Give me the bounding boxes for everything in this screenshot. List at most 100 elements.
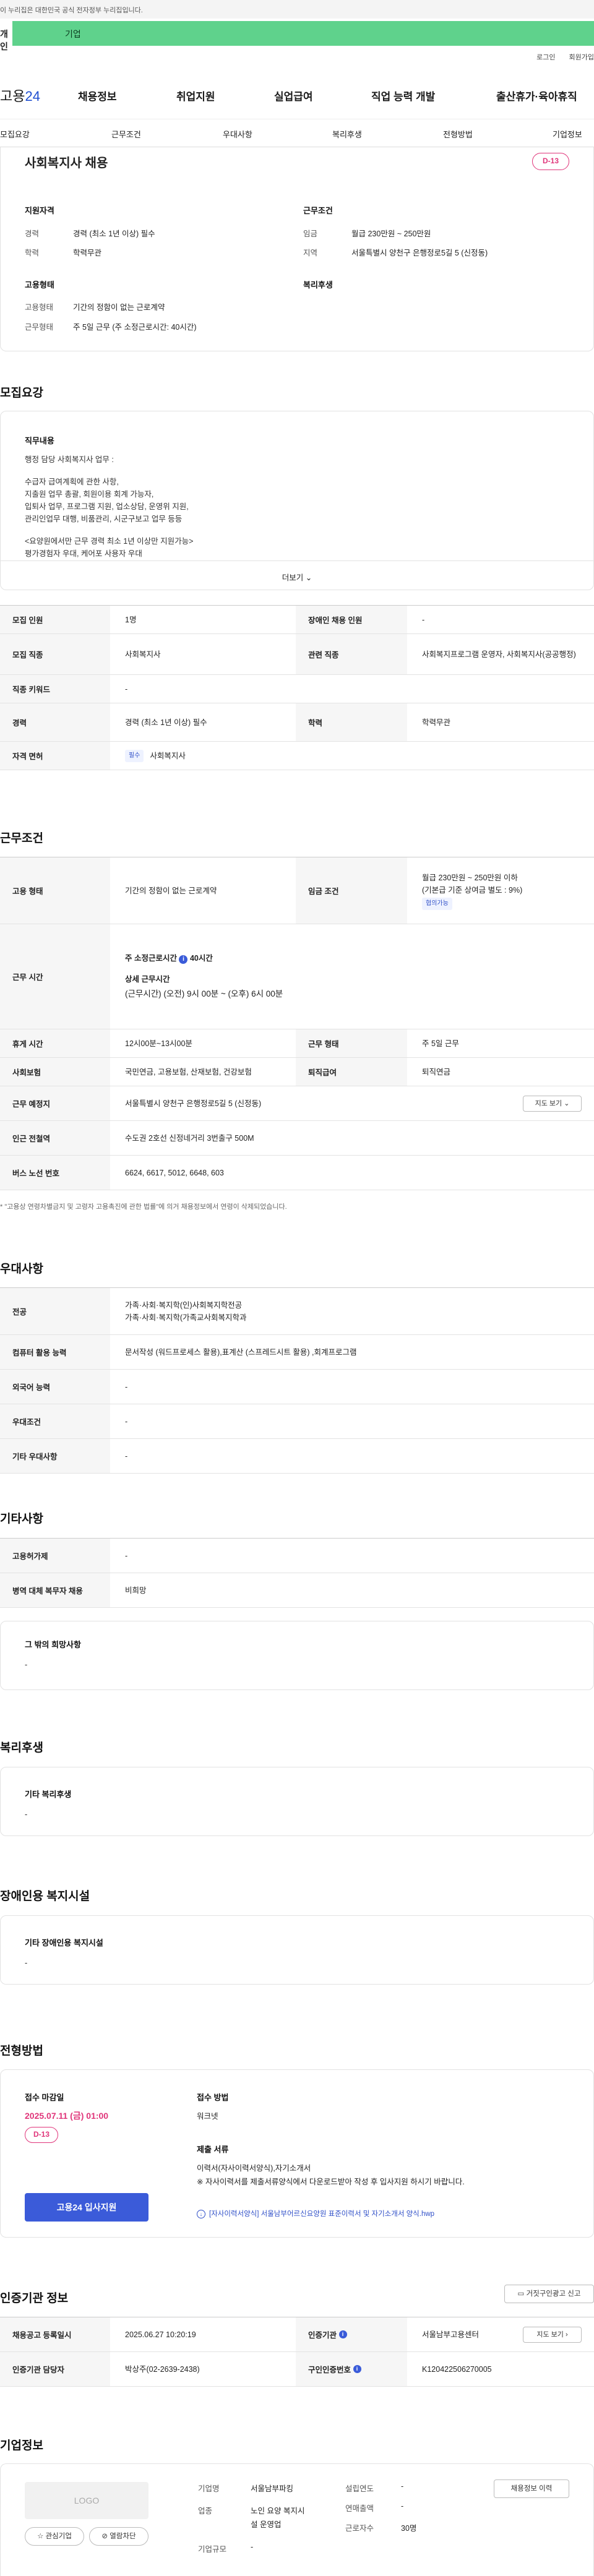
th-lang: 외국어 능력 [0, 1370, 110, 1404]
th-bus: 버스 노선 번호 [0, 1156, 110, 1190]
more-button[interactable]: 더보기 ⌄ [0, 560, 594, 590]
other-table: 고용허가제 - 병역 대체 복무자 채용 비희망 [0, 1538, 594, 1608]
td-cert-no: K120422506270005 [422, 2364, 492, 2374]
td-permit: - [125, 1551, 128, 1560]
conditions-section-title: 근무조건 [0, 832, 43, 845]
preference-section-title: 우대사항 [0, 1263, 43, 1276]
td-lang: - [125, 1382, 128, 1391]
summary-career-label: 경력 [25, 230, 40, 238]
cert-no-label: 구인인증번호 [308, 2366, 351, 2374]
hope-title: 그 밖의 희망사항 [25, 1640, 81, 1649]
deadline-title: 접수 마감일 [25, 2093, 64, 2102]
td-wage: 월급 230만원 ~ 250만원 이하 (기본급 기준 상여금 별도 : 9%)… [407, 857, 594, 924]
map-button[interactable]: 지도 보기 ⌄ [523, 1096, 582, 1112]
table-row: 인증기관 담당자 박상주(02-2639-2438) 구인인증번호 i K120… [0, 2352, 594, 2387]
subnav-company[interactable]: 기업정보 [553, 128, 582, 140]
chevron-down-icon: ⌄ [305, 573, 312, 582]
td-keyword: - [125, 684, 128, 693]
gnb-job-info[interactable]: 채용정보 [78, 88, 117, 103]
subnav-recruit[interactable]: 모집요강 [0, 128, 30, 140]
report-button-label: 거짓구인광고 신고 [526, 2290, 581, 2298]
td-agency: 서울남부고용센터 [422, 2330, 480, 2339]
gnb-skill-development[interactable]: 직업 능력 개발 [371, 88, 435, 103]
summary-wage-label: 임금 [303, 230, 318, 238]
block-icon: ⊘ [101, 2533, 108, 2540]
table-row: 사회보험 국민연금, 고용보험, 산재보험, 건강보험 퇴직급여 퇴직연금 [0, 1058, 594, 1086]
td-bus: 6624, 6617, 5012, 6648, 603 [125, 1168, 224, 1177]
gnb-parental-leave[interactable]: 출산휴가·육아휴직 [496, 88, 577, 103]
recruit-table: 모집 인원 1명 장애인 채용 인원 - 모집 직종 사회복지사 관련 직종 사… [0, 605, 594, 784]
section-subnav [0, 119, 594, 147]
table-row: 근무 시간 주 소정근로시간 i 40시간 상세 근무시간 (근무시간) (오전… [0, 924, 594, 1029]
gov-notice-bar: 이 누리집은 대한민국 공식 전자정부 누리집입니다. [0, 0, 594, 19]
company-size-label: 기업규모 [198, 2545, 227, 2554]
hours-detail-value: (근무시간) (오전) 9시 00분 ~ (오후) 6시 00분 [125, 989, 283, 998]
th-computer: 컴퓨터 활용 능력 [0, 1335, 110, 1369]
table-row: 휴게 시간 12시00분~13시00분 근무 형태 주 5일 근무 [0, 1029, 594, 1058]
site-logo[interactable]: 고용24 [0, 85, 40, 105]
tab-personal[interactable]: 개인 [0, 21, 12, 51]
gnb-employment-support[interactable]: 취업지원 [176, 88, 215, 103]
summary-employ-value: 기간의 정함이 없는 근로계약 [73, 303, 165, 312]
th-wage: 임금 조건 [296, 857, 407, 924]
table-row: 기타 우대사항 - [0, 1439, 594, 1474]
agency-map-button[interactable]: 지도 보기 › [523, 2327, 582, 2343]
license-value: 사회복지사 [150, 751, 186, 760]
th-pension: 퇴직급여 [296, 1058, 407, 1086]
td-reg: 2025.06.27 10:20:19 [125, 2330, 196, 2339]
info-icon[interactable]: i [353, 2365, 361, 2373]
th-military: 병역 대체 복무자 채용 [0, 1573, 110, 1607]
td-career: 경력 (최소 1년 이상) 필수 [125, 718, 207, 727]
company-emp-label: 근로자수 [345, 2524, 374, 2533]
download-icon: ↓ [197, 2210, 205, 2218]
history-button[interactable]: 채용정보 이력 [494, 2479, 569, 2498]
table-row: 고용허가제 - [0, 1539, 594, 1573]
login-link[interactable]: 로그인 [536, 54, 555, 61]
negotiable-tag: 협의가능 [422, 897, 452, 910]
gnb-unemployment-benefit[interactable]: 실업급여 [274, 88, 313, 103]
subnav-welfare[interactable]: 복리후생 [332, 128, 362, 140]
td-employ: 기간의 정함이 없는 근로계약 [125, 886, 217, 895]
major-value: 가족·사회·복지학(가족교사회복지학과 [125, 1313, 247, 1322]
tab-company[interactable]: 기업 [12, 21, 594, 46]
table-row: 모집 직종 사회복지사 관련 직종 사회복지프로그램 운영자, 사회복지사(공공… [0, 634, 594, 675]
table-row: 모집 인원 1명 장애인 채용 인원 - [0, 606, 594, 634]
favorite-label: 관심기업 [45, 2533, 72, 2540]
selection-section-title: 전형방법 [0, 2045, 43, 2058]
hope-card [0, 1621, 594, 1690]
td-type: 주 5일 근무 [422, 1039, 459, 1048]
job-desc-line: 수급자 급여계획에 관한 사항, [25, 478, 119, 486]
th-job: 모집 직종 [0, 634, 110, 674]
preference-table: 전공 가족·사회·복지학(인)사회복지학전공 가족·사회·복지학(가족교사회복지… [0, 1287, 594, 1474]
info-icon[interactable]: i [179, 955, 188, 964]
summary-edu-label: 학력 [25, 249, 40, 257]
welfare-etc-title: 기타 복리후생 [25, 1790, 72, 1799]
subnav-conditions[interactable]: 근무조건 [111, 128, 141, 140]
td-computer: 문서작성 (워드프로세스 활용),표계산 (스프레드시트 활용) ,회계프로그램 [125, 1347, 357, 1357]
td-location: 서울특별시 양천구 은행정로5길 5 (신정동) [125, 1099, 262, 1108]
company-name-value: 서울남부파킹 [251, 2484, 294, 2493]
company-founded-label: 설립연도 [345, 2484, 374, 2493]
download-link[interactable]: ↓ [자사이력서양식] 서울남부어르신요양원 표준이력서 및 자기소개서 양식.h… [197, 2209, 434, 2218]
subnav-selection[interactable]: 전형방법 [443, 128, 473, 140]
job-desc-line: <요양원에서만 근무 경력 최소 1년 이상만 지원가능> [25, 537, 194, 546]
table-row: 채용공고 등록일시 2025.06.27 10:20:19 인증기관 i 서울남… [0, 2317, 594, 2352]
company-industry-value: 설 운영업 [251, 2520, 282, 2529]
company-logo-placeholder: LOGO [25, 2482, 148, 2519]
signup-link[interactable]: 회원가입 [569, 54, 594, 61]
th-license: 자격 면허 [0, 742, 110, 770]
hours-detail-title: 상세 근무시간 [125, 975, 170, 984]
apply-button[interactable]: 고용24 입사지원 [25, 2193, 148, 2222]
block-button[interactable]: ⊘ 열람차단 [89, 2527, 148, 2546]
gov-notice-text: 이 누리집은 대한민국 공식 전자정부 누리집입니다. [0, 7, 143, 14]
wage-sub: (기본급 기준 상여금 별도 : 9%) [422, 885, 523, 895]
th-insurance: 사회보험 [0, 1058, 110, 1086]
info-icon[interactable]: i [338, 2330, 347, 2338]
summary-wage-value: 월급 230만원 ~ 250만원 [351, 230, 431, 238]
th-etc: 기타 우대사항 [0, 1439, 110, 1473]
report-button[interactable]: ▭ 거짓구인광고 신고 [504, 2285, 594, 2303]
subnav-preference[interactable]: 우대사항 [223, 128, 252, 140]
disabled-etc-value: - [25, 1959, 28, 1967]
summary-work-value: 주 5일 근무 (주 소정근로시간: 40시간) [73, 323, 197, 332]
favorite-button[interactable]: ☆ 관심기업 [25, 2527, 84, 2546]
